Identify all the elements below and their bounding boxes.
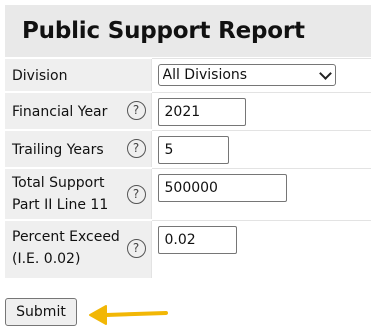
report-panel: Public Support Report Division All Divis… (5, 5, 371, 278)
trailing-years-label: Trailing Years (12, 142, 104, 158)
page-title: Public Support Report (22, 18, 305, 44)
left-arrow-icon (89, 305, 168, 325)
percent-exceed-input[interactable] (157, 225, 237, 254)
total-support-label: Total Support (12, 175, 105, 191)
financial-year-input[interactable] (157, 97, 246, 126)
report-form: Division All Divisions Financial Year ? (5, 57, 371, 278)
division-label: Division (12, 68, 68, 84)
division-row: Division All Divisions (5, 57, 371, 92)
help-icon[interactable]: ? (126, 139, 146, 158)
percent-exceed-row: Percent Exceed (I.E. 0.02) ? (5, 219, 371, 278)
help-icon[interactable]: ? (126, 185, 146, 204)
help-icon[interactable]: ? (126, 101, 146, 120)
help-icon[interactable]: ? (126, 239, 146, 258)
title-bar: Public Support Report (5, 5, 371, 57)
trailing-years-input[interactable] (157, 135, 229, 164)
total-support-row: Total Support Part II Line 11 ? (5, 167, 371, 220)
submit-button[interactable]: Submit (5, 298, 77, 326)
percent-exceed-label: Percent Exceed (12, 229, 120, 245)
financial-year-label: Financial Year (12, 104, 108, 120)
financial-year-row: Financial Year ? (5, 91, 371, 130)
percent-exceed-sublabel: (I.E. 0.02) (12, 251, 81, 267)
total-support-input[interactable] (157, 173, 287, 202)
total-support-sublabel: Part II Line 11 (12, 197, 109, 213)
trailing-years-row: Trailing Years ? (5, 129, 371, 168)
division-select[interactable]: All Divisions (157, 63, 336, 86)
